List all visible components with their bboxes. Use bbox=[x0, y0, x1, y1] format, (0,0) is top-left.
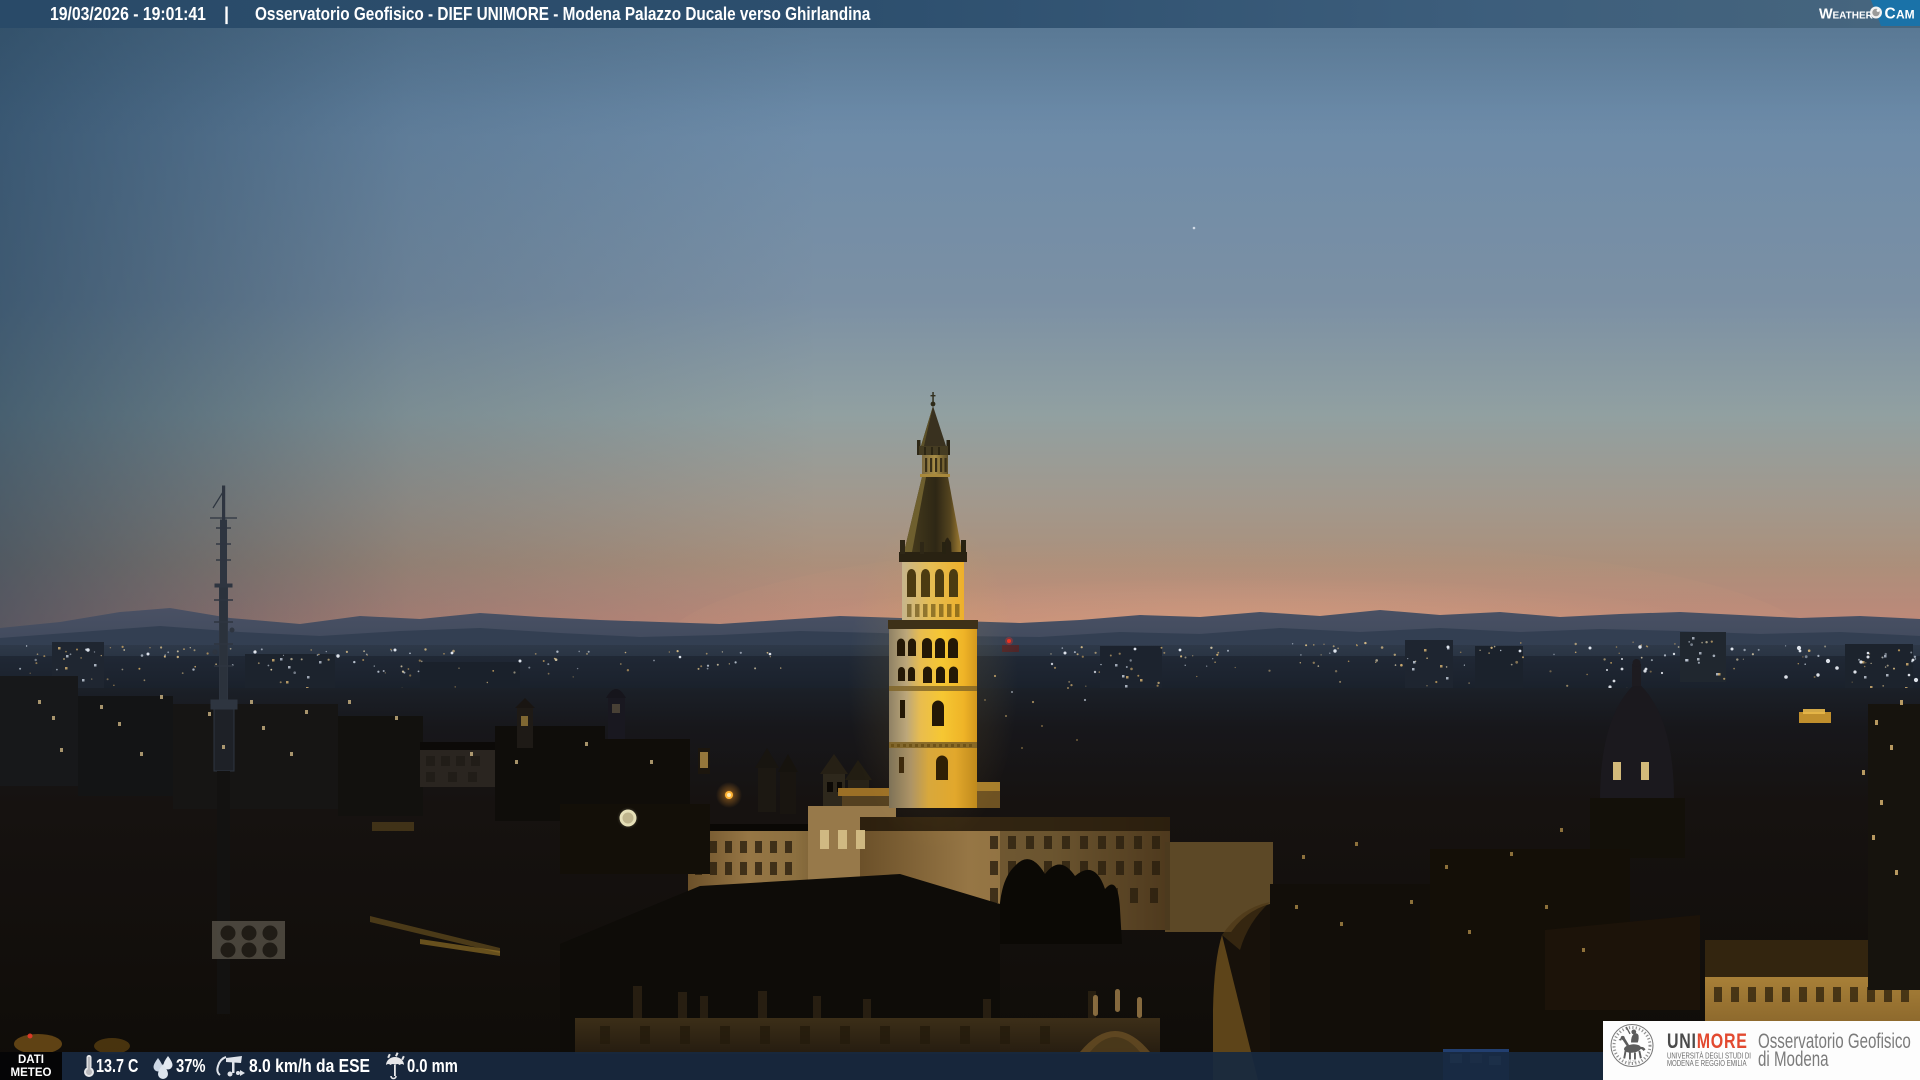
svg-text:EATHER: EATHER bbox=[1833, 11, 1874, 22]
svg-text:W: W bbox=[1819, 7, 1833, 23]
svg-text:AM: AM bbox=[1896, 8, 1915, 22]
svg-text:di Modena: di Modena bbox=[1758, 1046, 1829, 1070]
svg-text:1175: 1175 bbox=[1628, 1059, 1637, 1064]
svg-text:C: C bbox=[1885, 6, 1896, 23]
svg-text:MODENA E REGGIO EMILIA: MODENA E REGGIO EMILIA bbox=[1667, 1059, 1747, 1068]
svg-text:UNIMORE: UNIMORE bbox=[1667, 1029, 1748, 1053]
